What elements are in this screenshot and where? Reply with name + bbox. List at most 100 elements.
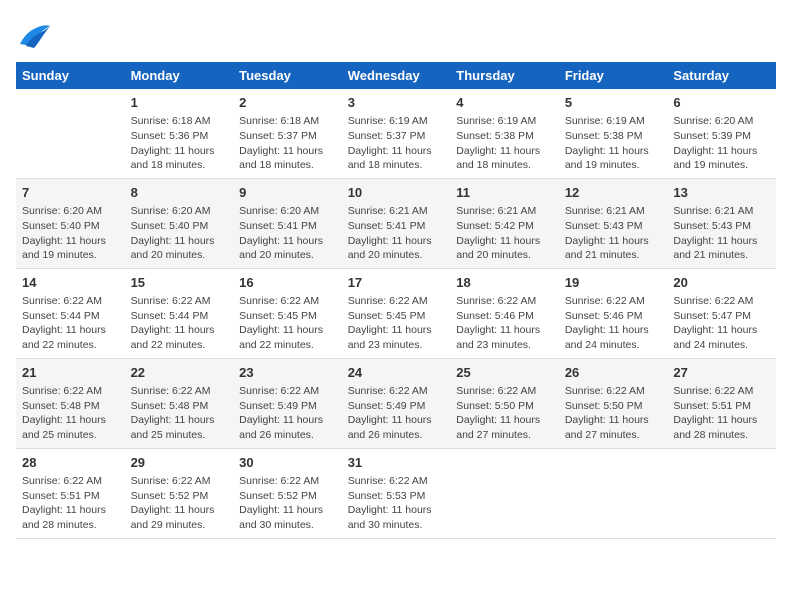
day-number: 13 [673, 184, 770, 202]
cell-info: Sunrise: 6:22 AMSunset: 5:52 PMDaylight:… [131, 474, 228, 533]
cell-info: Sunrise: 6:22 AMSunset: 5:51 PMDaylight:… [673, 384, 770, 443]
calendar-cell: 24 Sunrise: 6:22 AMSunset: 5:49 PMDayligh… [342, 358, 451, 448]
logo-bird-icon [16, 16, 52, 52]
day-number: 23 [239, 364, 336, 382]
calendar-week-row: 1Sunrise: 6:18 AMSunset: 5:36 PMDaylight… [16, 89, 776, 178]
calendar-week-row: 7 Sunrise: 6:20 AMSunset: 5:40 PMDaylight… [16, 178, 776, 268]
day-number: 22 [131, 364, 228, 382]
cell-info: Sunrise: 6:20 AMSunset: 5:40 PMDaylight:… [22, 204, 119, 263]
calendar-cell: 18 Sunrise: 6:22 AMSunset: 5:46 PMDayligh… [450, 268, 559, 358]
day-number: 30 [239, 454, 336, 472]
cell-info: Sunrise: 6:22 AMSunset: 5:45 PMDaylight:… [239, 294, 336, 353]
cell-info: Sunrise: 6:21 AMSunset: 5:43 PMDaylight:… [565, 204, 662, 263]
weekday-header-friday: Friday [559, 62, 668, 89]
cell-info: Sunrise: 6:20 AMSunset: 5:39 PMDaylight:… [673, 114, 770, 173]
calendar-cell: 5Sunrise: 6:19 AMSunset: 5:38 PMDaylight… [559, 89, 668, 178]
calendar-cell: 3 Sunrise: 6:19 AMSunset: 5:37 PMDaylight… [342, 89, 451, 178]
calendar-cell: 27 Sunrise: 6:22 AMSunset: 5:51 PMDayligh… [667, 358, 776, 448]
calendar-cell: 22 Sunrise: 6:22 AMSunset: 5:48 PMDayligh… [125, 358, 234, 448]
day-number: 20 [673, 274, 770, 292]
calendar-cell: 10 Sunrise: 6:21 AMSunset: 5:41 PMDayligh… [342, 178, 451, 268]
cell-info: Sunrise: 6:22 AMSunset: 5:48 PMDaylight:… [22, 384, 119, 443]
weekday-header-saturday: Saturday [667, 62, 776, 89]
day-number: 17 [348, 274, 445, 292]
cell-info: Sunrise: 6:19 AMSunset: 5:37 PMDaylight:… [348, 114, 445, 173]
cell-info: Sunrise: 6:22 AMSunset: 5:46 PMDaylight:… [456, 294, 553, 353]
cell-info: Sunrise: 6:22 AMSunset: 5:53 PMDaylight:… [348, 474, 445, 533]
cell-info: Sunrise: 6:22 AMSunset: 5:47 PMDaylight:… [673, 294, 770, 353]
calendar-cell: 17 Sunrise: 6:22 AMSunset: 5:45 PMDayligh… [342, 268, 451, 358]
day-number: 8 [131, 184, 228, 202]
calendar-cell: 2 Sunrise: 6:18 AMSunset: 5:37 PMDaylight… [233, 89, 342, 178]
calendar-cell: 31Sunrise: 6:22 AMSunset: 5:53 PMDayligh… [342, 448, 451, 538]
cell-info: Sunrise: 6:22 AMSunset: 5:48 PMDaylight:… [131, 384, 228, 443]
weekday-header-sunday: Sunday [16, 62, 125, 89]
day-number: 18 [456, 274, 553, 292]
cell-info: Sunrise: 6:21 AMSunset: 5:41 PMDaylight:… [348, 204, 445, 263]
day-number: 24 [348, 364, 445, 382]
calendar-cell: 4 Sunrise: 6:19 AMSunset: 5:38 PMDaylight… [450, 89, 559, 178]
calendar-week-row: 21Sunrise: 6:22 AMSunset: 5:48 PMDayligh… [16, 358, 776, 448]
day-number: 16 [239, 274, 336, 292]
calendar-cell: 19 Sunrise: 6:22 AMSunset: 5:46 PMDayligh… [559, 268, 668, 358]
weekday-header-tuesday: Tuesday [233, 62, 342, 89]
day-number: 15 [131, 274, 228, 292]
calendar-cell: 25Sunrise: 6:22 AMSunset: 5:50 PMDayligh… [450, 358, 559, 448]
day-number: 14 [22, 274, 119, 292]
cell-info: Sunrise: 6:22 AMSunset: 5:44 PMDaylight:… [131, 294, 228, 353]
calendar-cell: 12Sunrise: 6:21 AMSunset: 5:43 PMDayligh… [559, 178, 668, 268]
day-number: 29 [131, 454, 228, 472]
cell-info: Sunrise: 6:19 AMSunset: 5:38 PMDaylight:… [456, 114, 553, 173]
weekday-header-monday: Monday [125, 62, 234, 89]
day-number: 26 [565, 364, 662, 382]
calendar-week-row: 14 Sunrise: 6:22 AMSunset: 5:44 PMDayligh… [16, 268, 776, 358]
calendar-cell: 21Sunrise: 6:22 AMSunset: 5:48 PMDayligh… [16, 358, 125, 448]
day-number: 11 [456, 184, 553, 202]
cell-info: Sunrise: 6:22 AMSunset: 5:50 PMDaylight:… [565, 384, 662, 443]
cell-info: Sunrise: 6:22 AMSunset: 5:49 PMDaylight:… [239, 384, 336, 443]
page-header [16, 16, 776, 52]
calendar-cell: 15 Sunrise: 6:22 AMSunset: 5:44 PMDayligh… [125, 268, 234, 358]
calendar-cell [667, 448, 776, 538]
day-number: 4 [456, 94, 553, 112]
cell-info: Sunrise: 6:20 AMSunset: 5:41 PMDaylight:… [239, 204, 336, 263]
cell-info: Sunrise: 6:18 AMSunset: 5:36 PMDaylight:… [131, 114, 228, 173]
cell-info: Sunrise: 6:18 AMSunset: 5:37 PMDaylight:… [239, 114, 336, 173]
day-number: 2 [239, 94, 336, 112]
calendar-cell [450, 448, 559, 538]
calendar-header: SundayMondayTuesdayWednesdayThursdayFrid… [16, 62, 776, 89]
calendar-cell: 9 Sunrise: 6:20 AMSunset: 5:41 PMDaylight… [233, 178, 342, 268]
day-number: 27 [673, 364, 770, 382]
calendar-cell: 26 Sunrise: 6:22 AMSunset: 5:50 PMDayligh… [559, 358, 668, 448]
calendar-cell: 8Sunrise: 6:20 AMSunset: 5:40 PMDaylight… [125, 178, 234, 268]
cell-info: Sunrise: 6:22 AMSunset: 5:45 PMDaylight:… [348, 294, 445, 353]
calendar-cell: 28 Sunrise: 6:22 AMSunset: 5:51 PMDayligh… [16, 448, 125, 538]
day-number: 10 [348, 184, 445, 202]
cell-info: Sunrise: 6:22 AMSunset: 5:49 PMDaylight:… [348, 384, 445, 443]
day-number: 25 [456, 364, 553, 382]
calendar-cell [559, 448, 668, 538]
day-number: 19 [565, 274, 662, 292]
calendar-cell: 13 Sunrise: 6:21 AMSunset: 5:43 PMDayligh… [667, 178, 776, 268]
cell-info: Sunrise: 6:22 AMSunset: 5:52 PMDaylight:… [239, 474, 336, 533]
calendar-week-row: 28 Sunrise: 6:22 AMSunset: 5:51 PMDayligh… [16, 448, 776, 538]
cell-info: Sunrise: 6:22 AMSunset: 5:46 PMDaylight:… [565, 294, 662, 353]
cell-info: Sunrise: 6:22 AMSunset: 5:44 PMDaylight:… [22, 294, 119, 353]
calendar-cell: 6Sunrise: 6:20 AMSunset: 5:39 PMDaylight… [667, 89, 776, 178]
calendar-cell: 14 Sunrise: 6:22 AMSunset: 5:44 PMDayligh… [16, 268, 125, 358]
day-number: 9 [239, 184, 336, 202]
cell-info: Sunrise: 6:21 AMSunset: 5:42 PMDaylight:… [456, 204, 553, 263]
calendar-cell: 1Sunrise: 6:18 AMSunset: 5:36 PMDaylight… [125, 89, 234, 178]
day-number: 28 [22, 454, 119, 472]
calendar-cell: 11 Sunrise: 6:21 AMSunset: 5:42 PMDayligh… [450, 178, 559, 268]
calendar-table: SundayMondayTuesdayWednesdayThursdayFrid… [16, 62, 776, 539]
cell-info: Sunrise: 6:21 AMSunset: 5:43 PMDaylight:… [673, 204, 770, 263]
calendar-body: 1Sunrise: 6:18 AMSunset: 5:36 PMDaylight… [16, 89, 776, 538]
day-number: 3 [348, 94, 445, 112]
day-number: 7 [22, 184, 119, 202]
calendar-cell: 30 Sunrise: 6:22 AMSunset: 5:52 PMDayligh… [233, 448, 342, 538]
cell-info: Sunrise: 6:22 AMSunset: 5:51 PMDaylight:… [22, 474, 119, 533]
logo [16, 16, 56, 52]
cell-info: Sunrise: 6:19 AMSunset: 5:38 PMDaylight:… [565, 114, 662, 173]
calendar-cell: 23 Sunrise: 6:22 AMSunset: 5:49 PMDayligh… [233, 358, 342, 448]
